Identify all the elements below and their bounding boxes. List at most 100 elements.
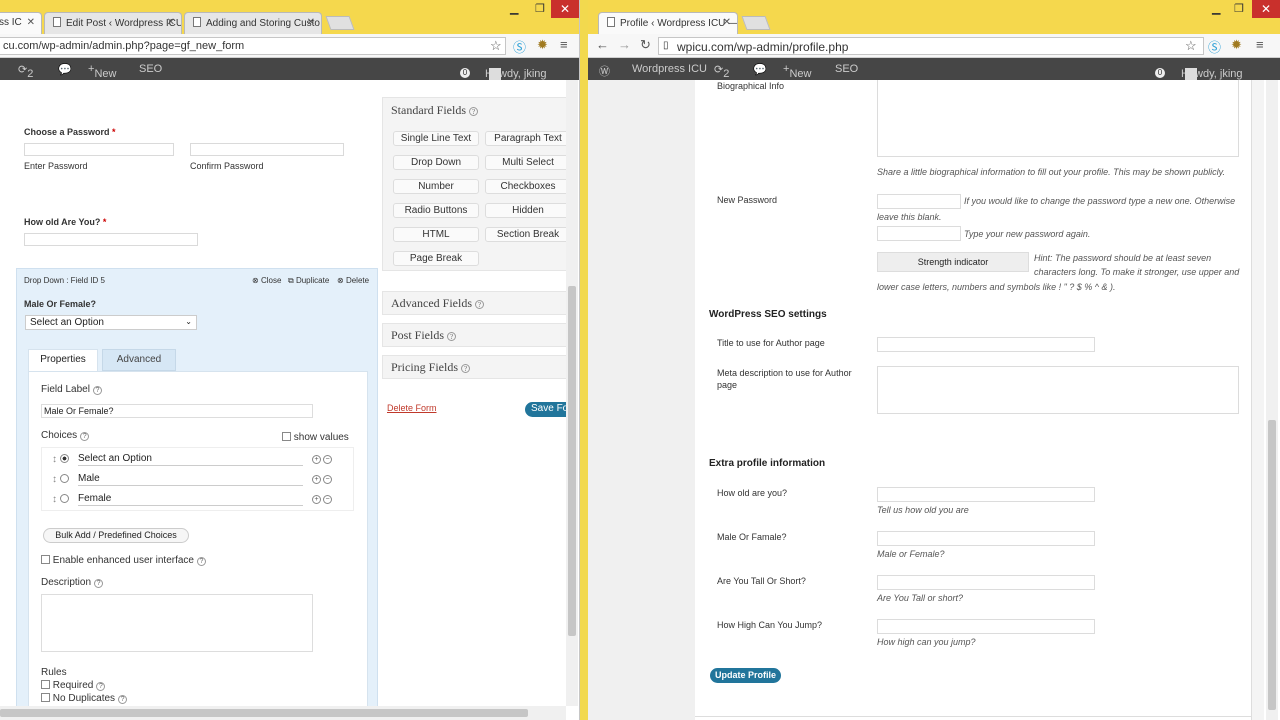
field-label-input[interactable]: Male Or Female? <box>41 404 313 418</box>
bulk-add-button[interactable]: Bulk Add / Predefined Choices <box>43 528 189 543</box>
show-values-toggle[interactable]: show values <box>282 432 349 443</box>
remove-choice-icon[interactable]: − <box>323 455 332 464</box>
update-profile-button[interactable]: Update Profile <box>710 668 781 683</box>
close-tab-icon[interactable]: ✕ <box>307 17 315 28</box>
skype-icon[interactable]: Ⓢ <box>1208 37 1221 56</box>
updates-link[interactable]: ⟳ 2 <box>18 63 33 80</box>
back-arrow-icon[interactable]: ← <box>596 37 609 52</box>
remove-choice-icon[interactable]: − <box>323 475 332 484</box>
add-choice-icon[interactable]: + <box>312 475 321 484</box>
browser-tab-2[interactable]: Edit Post ‹ Wordpress ICU ✕ <box>44 12 182 34</box>
maximize-icon[interactable]: ❐ <box>535 2 545 15</box>
age-input[interactable] <box>24 233 198 246</box>
address-bar[interactable]: cu.com/wp-admin/admin.php?page=gf_new_fo… <box>0 37 506 55</box>
repeat-password-input[interactable] <box>877 226 961 241</box>
comments-icon[interactable]: 💬 <box>58 63 72 76</box>
confirm-password-input[interactable] <box>190 143 344 156</box>
delete-form-link[interactable]: Delete Form <box>387 403 437 413</box>
choice-input[interactable]: Male <box>78 473 303 486</box>
choice-radio[interactable] <box>59 454 69 463</box>
required-toggle[interactable]: Required? <box>41 680 106 691</box>
choice-input[interactable]: Select an Option <box>78 453 303 466</box>
add-number-button[interactable]: Number <box>393 179 479 194</box>
choice-radio[interactable] <box>59 494 69 503</box>
extra-field-input[interactable] <box>877 575 1095 590</box>
vertical-scrollbar[interactable] <box>566 80 578 706</box>
close-window-icon[interactable]: ✕ <box>551 0 579 18</box>
add-html-button[interactable]: HTML <box>393 227 479 242</box>
description-textarea[interactable] <box>41 594 313 652</box>
add-paragraph-text-button[interactable]: Paragraph Text <box>485 131 571 146</box>
close-field-link[interactable]: ⊗ Close <box>252 276 281 285</box>
add-section-break-button[interactable]: Section Break <box>485 227 571 242</box>
close-tab-icon[interactable]: ✕ <box>27 17 35 28</box>
minimize-icon[interactable]: ▁ <box>510 2 518 15</box>
comments-icon[interactable]: 💬 <box>753 63 767 76</box>
seo-title-input[interactable] <box>877 337 1095 352</box>
extension-icon[interactable]: ✹ <box>1231 37 1242 53</box>
advanced-fields-box[interactable]: Advanced Fields? <box>382 291 568 315</box>
close-window-icon[interactable]: ✕ <box>1252 0 1280 18</box>
extra-field-input[interactable] <box>877 619 1095 634</box>
seo-link[interactable]: SEO <box>139 63 162 75</box>
site-name-link[interactable]: Wordpress ICU <box>632 63 707 75</box>
new-tab-button[interactable] <box>741 16 771 30</box>
post-fields-title[interactable]: Post Fields? <box>391 328 457 343</box>
seo-link[interactable]: SEO <box>835 63 858 75</box>
horizontal-scrollbar[interactable] <box>0 706 566 720</box>
menu-icon[interactable]: ≡ <box>560 37 568 52</box>
new-link[interactable]: + New <box>88 63 116 80</box>
drag-handle-icon[interactable]: ↕ <box>52 474 57 485</box>
add-radio-buttons-button[interactable]: Radio Buttons <box>393 203 479 218</box>
add-drop-down-button[interactable]: Drop Down <box>393 155 479 170</box>
browser-tab-1[interactable]: ss IC ✕ <box>0 12 42 34</box>
drag-handle-icon[interactable]: ↕ <box>52 494 57 505</box>
updates-link[interactable]: ⟳ 2 <box>714 63 729 80</box>
bookmark-star-icon[interactable]: ☆ <box>1185 38 1197 54</box>
vertical-scrollbar[interactable] <box>1266 80 1278 720</box>
new-password-input[interactable] <box>877 194 961 209</box>
extension-icon[interactable]: ✹ <box>537 37 548 53</box>
scrollbar-thumb[interactable] <box>0 709 528 717</box>
seo-meta-textarea[interactable] <box>877 366 1239 414</box>
reload-icon[interactable]: ↻ <box>640 37 651 53</box>
add-choice-icon[interactable]: + <box>312 455 321 464</box>
post-fields-box[interactable]: Post Fields? <box>382 323 568 347</box>
tab-advanced[interactable]: Advanced <box>102 349 176 371</box>
tab-properties[interactable]: Properties <box>28 349 98 371</box>
extra-field-input[interactable] <box>877 531 1095 546</box>
gender-select[interactable]: Select an Option ⌄ <box>25 315 197 330</box>
remove-choice-icon[interactable]: − <box>323 495 332 504</box>
skype-icon[interactable]: Ⓢ <box>513 37 526 56</box>
standard-fields-title[interactable]: Standard Fields? <box>391 103 478 118</box>
minimize-icon[interactable]: ▁ <box>1212 2 1220 15</box>
choice-input[interactable]: Female <box>78 493 303 506</box>
duplicate-field-link[interactable]: ⧉ Duplicate <box>288 276 329 286</box>
add-multi-select-button[interactable]: Multi Select <box>485 155 571 170</box>
close-tab-icon[interactable]: ✕ <box>723 17 731 28</box>
delete-field-link[interactable]: ⊗ Delete <box>337 276 369 285</box>
enhanced-ui-toggle[interactable]: Enable enhanced user interface? <box>41 555 206 566</box>
menu-icon[interactable]: ≡ <box>1256 37 1264 52</box>
browser-tab-3[interactable]: Adding and Storing Custo ✕ <box>184 12 322 34</box>
advanced-fields-title[interactable]: Advanced Fields? <box>391 296 484 311</box>
new-link[interactable]: + New <box>783 63 811 80</box>
scrollbar-thumb[interactable] <box>568 286 576 636</box>
close-tab-icon[interactable]: ✕ <box>167 17 175 28</box>
choice-radio[interactable] <box>59 474 69 483</box>
no-duplicates-toggle[interactable]: No Duplicates? <box>41 693 128 704</box>
add-checkboxes-button[interactable]: Checkboxes <box>485 179 571 194</box>
add-choice-icon[interactable]: + <box>312 495 321 504</box>
pricing-fields-box[interactable]: Pricing Fields? <box>382 355 568 379</box>
pricing-fields-title[interactable]: Pricing Fields? <box>391 360 471 375</box>
enter-password-input[interactable] <box>24 143 174 156</box>
add-single-line-text-button[interactable]: Single Line Text <box>393 131 479 146</box>
bio-textarea[interactable] <box>877 80 1239 157</box>
add-hidden-button[interactable]: Hidden <box>485 203 571 218</box>
drag-handle-icon[interactable]: ↕ <box>52 454 57 465</box>
forward-arrow-icon[interactable]: → <box>618 37 631 52</box>
scrollbar-thumb[interactable] <box>1268 420 1276 710</box>
maximize-icon[interactable]: ❐ <box>1234 2 1244 15</box>
address-bar[interactable]: ▯ wpicu.com/wp-admin/profile.php <box>658 37 1204 55</box>
extra-field-input[interactable] <box>877 487 1095 502</box>
